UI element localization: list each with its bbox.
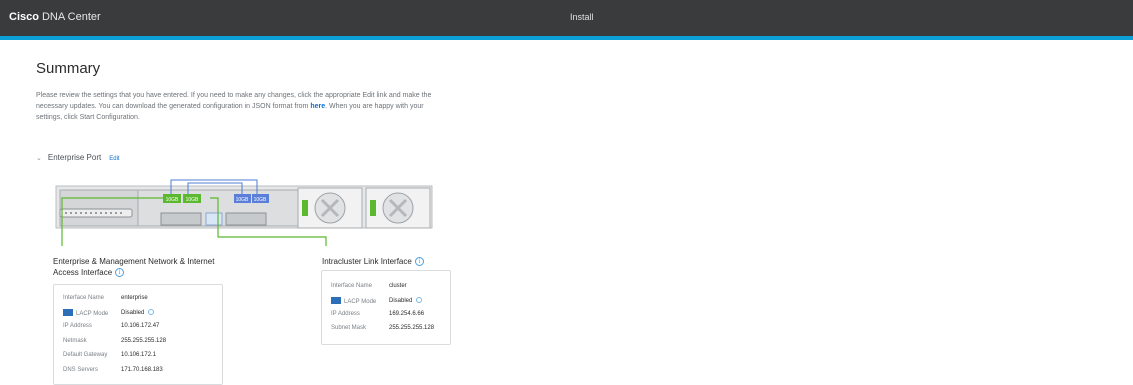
summary-intro-text: Please review the settings that you have… — [36, 90, 446, 123]
app-brand[interactable]: Cisco DNA Center — [9, 11, 101, 23]
info-icon[interactable]: i — [115, 268, 125, 278]
psu2-handle — [370, 200, 376, 216]
brand-cisco: Cisco — [9, 11, 39, 23]
detail-row: IP Address 10.106.172.47 — [63, 323, 160, 329]
detail-row: LACP Mode Disabled — [63, 309, 155, 317]
detail-row: Interface Name enterprise — [63, 295, 148, 301]
enterprise-interface-title: Enterprise & Management Network & Intern… — [53, 256, 214, 278]
enterprise-port-section-header[interactable]: ⌄ Enterprise Port Edit — [36, 153, 120, 162]
header-accent-strip — [0, 36, 1133, 40]
detail-row: Default Gateway 10.106.172.1 — [63, 352, 157, 358]
psu1-handle — [302, 200, 308, 216]
detail-row: Netmask 255.255.255.128 — [63, 338, 167, 344]
page-title: Summary — [36, 60, 101, 77]
enterprise-title-line1: Enterprise & Management Network & Intern… — [53, 257, 215, 266]
download-json-link[interactable]: here — [310, 103, 325, 110]
top-header-bar: Cisco DNA Center Install — [0, 0, 1133, 36]
info-icon[interactable] — [148, 309, 155, 315]
server-back-panel-diagram: 10GB 10GB 10GB 10GB — [55, 179, 433, 246]
detail-row: Subnet Mask 255.255.255.128 — [331, 325, 435, 331]
chevron-down-icon[interactable]: ⌄ — [36, 155, 42, 162]
edit-enterprise-port-link[interactable]: Edit — [109, 156, 119, 162]
enterprise-title-line2: Access Interface i — [53, 267, 214, 278]
install-title: Install — [570, 12, 594, 22]
mgmt-ports — [225, 212, 267, 226]
detail-row: DNS Servers 171.70.168.183 — [63, 367, 163, 373]
port-label: 10GB — [166, 197, 179, 203]
brand-product: DNA Center — [41, 11, 101, 23]
info-icon[interactable] — [416, 297, 423, 303]
detail-row: Interface Name cluster — [331, 283, 407, 289]
section-title: Enterprise Port — [47, 153, 102, 162]
usb-port — [205, 212, 223, 226]
port-label: 10GB — [236, 197, 249, 203]
lacp-icon — [331, 297, 341, 304]
port-label: 10GB — [254, 197, 267, 203]
cluster-interface-card: Interface Name cluster LACP Mode Disabled … — [321, 270, 451, 345]
cluster-interface-title: Intracluster Link Interface i — [322, 256, 424, 267]
port-label: 10GB — [186, 197, 199, 203]
enterprise-interface-card: Interface Name enterprise LACP Mode Disabl… — [53, 284, 223, 385]
detail-row: IP Address 169.254.6.66 — [331, 311, 425, 317]
lacp-icon — [63, 309, 73, 316]
rj45-ports — [160, 212, 202, 226]
info-icon[interactable]: i — [414, 257, 424, 267]
detail-row: LACP Mode Disabled — [331, 297, 423, 305]
